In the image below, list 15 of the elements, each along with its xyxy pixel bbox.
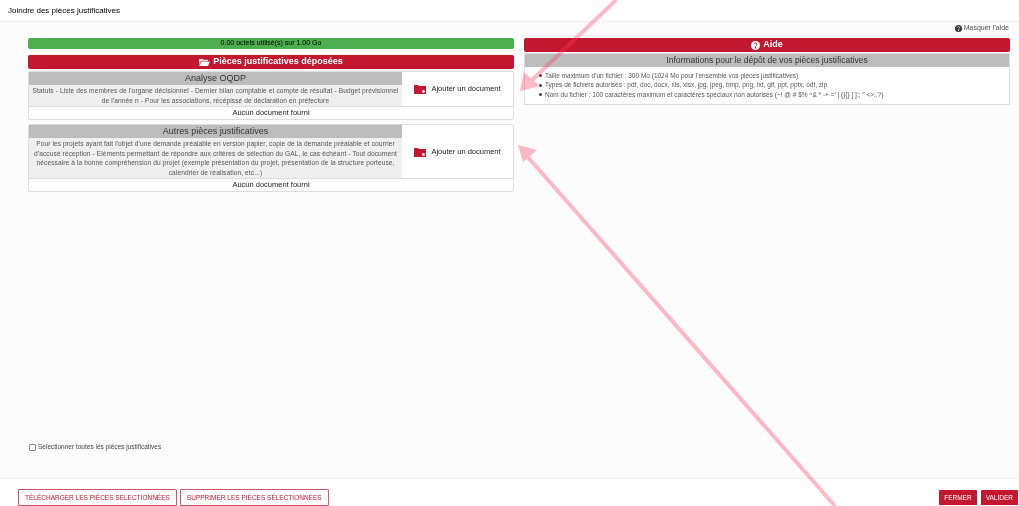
- help-header: Aide: [524, 38, 1010, 52]
- section-header: Pièces justificatives déposées: [28, 55, 514, 69]
- checkbox[interactable]: [29, 443, 36, 451]
- help-subtitle: Informations pour le dépôt de vos pièces justificatives: [525, 54, 1009, 67]
- bullet-icon: [539, 93, 542, 97]
- help-icon: [751, 40, 761, 50]
- folder-icon: [199, 58, 211, 66]
- help-icon: [954, 25, 962, 32]
- folder-icon: [414, 84, 427, 94]
- bullet-icon: [539, 74, 542, 78]
- window-title: Joindre des pièces justificatives: [8, 4, 121, 17]
- document-title: Autres pièces justificatives: [29, 125, 402, 138]
- document-title: Analyse OQDP: [29, 72, 402, 85]
- folder-icon: [414, 146, 427, 157]
- bullet-icon: [539, 83, 542, 87]
